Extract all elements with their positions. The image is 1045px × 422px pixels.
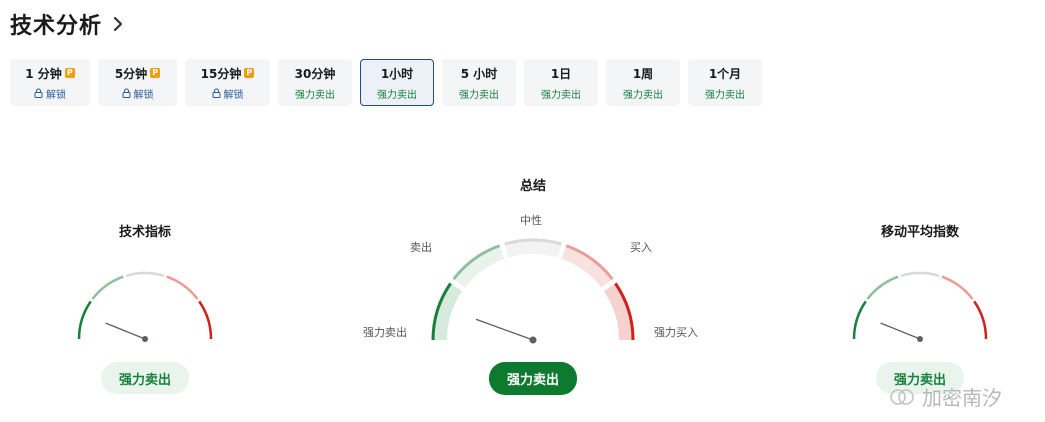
tab-30m[interactable]: 30分钟 强力卖出: [278, 59, 352, 106]
tab-status: 强力卖出: [623, 89, 663, 101]
gauge-segment-strong-sell: [77, 300, 92, 340]
chevron-right-icon: [113, 16, 123, 32]
tab-label: 5分钟: [114, 66, 148, 81]
tab-label: 1个月: [708, 66, 742, 81]
gauge-title-moving-averages: 移动平均指数: [880, 225, 960, 240]
gauge-band-sell: [453, 245, 505, 288]
gauge-summary: [431, 238, 635, 344]
pro-icon: P: [244, 68, 255, 78]
gauge-segment-buy: [166, 275, 199, 300]
tab-5h[interactable]: 5 小时 强力卖出: [442, 59, 516, 106]
tab-1m[interactable]: 1 分钟 P 解锁: [10, 59, 90, 106]
page-title: 技术分析: [10, 14, 103, 39]
tab-1mo[interactable]: 1个月 强力卖出: [688, 59, 762, 106]
pro-icon: P: [64, 68, 75, 78]
tab-status: 强力卖出: [705, 89, 745, 101]
gauge-segment-strong-buy: [198, 300, 213, 340]
tab-label: 1 分钟: [25, 66, 62, 81]
gauge-needle: [475, 318, 534, 341]
tab-status: 强力卖出: [295, 89, 335, 101]
lock-icon: [212, 88, 220, 98]
tab-status: 解锁: [223, 89, 244, 101]
lock-icon: [122, 88, 130, 98]
tab-status: 强力卖出: [541, 89, 581, 101]
pro-icon: P: [150, 68, 161, 78]
tab-label: 1日: [550, 66, 572, 81]
gauge-segment-strong-sell: [852, 300, 867, 340]
lock-icon: [34, 88, 43, 98]
gauge-segment-buy: [941, 275, 974, 300]
gauge-segment-sell: [866, 275, 899, 300]
tab-label: 5 小时: [460, 66, 498, 81]
gauge-segment-sell: [91, 275, 124, 300]
indicators-result-badge: 强力卖出: [101, 362, 189, 394]
tab-5m[interactable]: 5分钟 P 解锁: [98, 59, 177, 106]
watermark: 加密南汐: [888, 382, 1002, 411]
tab-label: 1小时: [380, 66, 414, 81]
gauge-needle: [105, 322, 146, 340]
tab-1d[interactable]: 1日 强力卖出: [524, 59, 598, 106]
scale-label-strong-buy: 强力买入: [654, 326, 698, 339]
gauge-title-indicators: 技术指标: [118, 225, 172, 240]
scale-label-strong-sell: 强力卖出: [363, 326, 407, 339]
gauge-pivot: [917, 336, 923, 342]
gauge-segment-neutral: [125, 271, 165, 278]
tab-label: 30分钟: [294, 66, 336, 81]
tab-1w[interactable]: 1周 强力卖出: [606, 59, 680, 106]
gauge-moving-averages: [852, 271, 988, 342]
summary-result-badge: 强力卖出: [489, 362, 577, 395]
watermark-text: 加密南汐: [922, 386, 1002, 410]
tab-label: 15分钟: [200, 66, 242, 81]
gauge-indicators: [77, 271, 213, 342]
tab-status: 强力卖出: [377, 89, 417, 101]
gauge-pivot: [142, 336, 148, 342]
section-header[interactable]: 技术分析: [10, 8, 128, 40]
gauge-segment-strong-buy: [973, 300, 988, 340]
tab-15m[interactable]: 15分钟 P 解锁: [185, 59, 270, 106]
tab-status: 强力卖出: [459, 89, 499, 101]
gauge-segment-neutral: [900, 271, 940, 278]
scale-label-neutral: 中性: [520, 214, 542, 227]
gauge-title-summary: 总结: [519, 179, 547, 194]
gauge-band-buy: [561, 245, 613, 288]
tab-label: 1周: [632, 66, 654, 81]
tab-1h[interactable]: 1小时 强力卖出: [360, 59, 434, 106]
watermark-logo-icon: [890, 388, 914, 405]
gauge-pivot: [529, 336, 537, 344]
tab-status: 解锁: [133, 89, 154, 101]
tab-status: 解锁: [46, 89, 66, 101]
timeframe-tabs: 1 分钟 P 解锁 5分钟 P 解锁 15分钟 P 解锁 30分钟 强力卖出 1小时 …: [10, 59, 770, 106]
gauge-needle: [880, 322, 921, 340]
